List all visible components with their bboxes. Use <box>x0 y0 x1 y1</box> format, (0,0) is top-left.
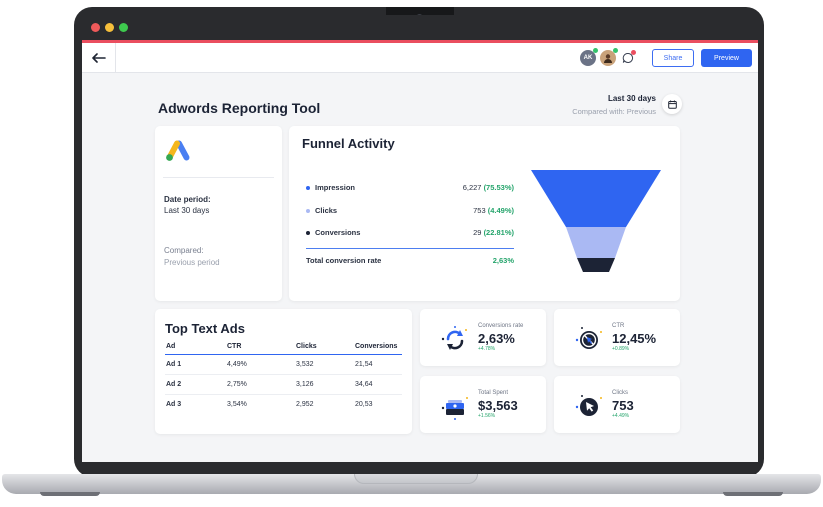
funnel-row-clicks: Clicks 753 (4.49%) <box>306 206 514 220</box>
cell-conversions: 34,64 <box>355 381 373 388</box>
kpi-conversions-rate: Conversions rate 2,63% +4.78% <box>420 309 546 366</box>
funnel-row-name: Clicks <box>315 206 338 215</box>
cell-ad: Ad 2 <box>166 381 182 388</box>
avatar-initials: AK <box>583 55 593 61</box>
compared-value: Previous period <box>164 258 220 267</box>
header-underline <box>165 354 402 355</box>
kpi-value: 2,63% <box>478 331 515 346</box>
date-period-value: Last 30 days <box>164 206 210 215</box>
kpi-ctr: CTR 12,45% +0.89% <box>554 309 680 366</box>
cell-ctr: 4,49% <box>227 361 247 368</box>
column-header-clicks: Clicks <box>296 343 317 350</box>
funnel-segment-impression <box>531 170 661 227</box>
cell-ctr: 2,75% <box>227 381 247 388</box>
back-button[interactable] <box>82 43 116 73</box>
laptop-foot-left <box>40 492 100 496</box>
person-icon <box>604 54 612 63</box>
kpi-label: Conversions rate <box>478 323 524 329</box>
total-label: Total conversion rate <box>306 256 382 265</box>
cell-ad: Ad 1 <box>166 361 182 368</box>
cell-clicks: 3,532 <box>296 361 314 368</box>
no-click-icon <box>575 327 602 349</box>
legend-dot <box>306 231 310 235</box>
minimize-window-button[interactable] <box>105 23 114 32</box>
column-header-conversions: Conversions <box>355 343 398 350</box>
app-screen: AK Share Preview Adwords Reporting Tool … <box>82 15 758 462</box>
kpi-value: 753 <box>612 398 634 413</box>
kpi-label: CTR <box>612 323 625 329</box>
kpi-clicks: Clicks 753 +4.49% <box>554 376 680 433</box>
money-stack-icon <box>441 397 468 420</box>
table-row[interactable]: Ad 2 2,75% 3,126 34,64 <box>165 377 402 395</box>
funnel-title: Funnel Activity <box>302 136 395 151</box>
date-range-label: Last 30 days <box>607 94 656 103</box>
kpi-value: $3,563 <box>478 398 518 413</box>
cell-ctr: 3,54% <box>227 401 247 408</box>
kpi-value: 12,45% <box>612 331 657 346</box>
kpi-delta: +4.49% <box>612 413 630 419</box>
funnel-row-value: 6,227 (75.53%) <box>462 183 514 192</box>
preview-button[interactable]: Preview <box>701 49 752 67</box>
cell-conversions: 21,54 <box>355 361 373 368</box>
kpi-delta: +4.78% <box>478 346 496 352</box>
kpi-delta: +0.89% <box>612 346 630 352</box>
summary-card: Date period: Last 30 days Compared: Prev… <box>155 126 282 301</box>
funnel-row-value: 753 (4.49%) <box>473 206 514 215</box>
date-picker-button[interactable] <box>662 94 682 114</box>
summary-divider <box>163 177 274 178</box>
column-header-ctr: CTR <box>227 343 242 350</box>
kpi-label: Clicks <box>612 390 628 396</box>
window-title-bar <box>82 15 758 40</box>
cell-clicks: 2,952 <box>296 401 314 408</box>
cell-conversions: 20,53 <box>355 401 373 408</box>
arrow-left-icon <box>91 53 106 63</box>
refresh-arrows-icon <box>441 326 467 350</box>
cell-ad: Ad 3 <box>166 401 182 408</box>
cell-clicks: 3,126 <box>296 381 314 388</box>
compared-label: Compared: <box>164 246 204 255</box>
funnel-activity-card: Funnel Activity Impression 6,227 (75.53%… <box>289 126 680 301</box>
legend-dot <box>306 186 310 190</box>
close-window-button[interactable] <box>91 23 100 32</box>
funnel-row-impression: Impression 6,227 (75.53%) <box>306 183 514 197</box>
table-row[interactable]: Ad 1 4,49% 3,532 21,54 <box>165 357 402 375</box>
share-button[interactable]: Share <box>652 49 694 67</box>
top-text-ads-card: Top Text Ads Ad CTR Clicks Conversions A… <box>155 309 412 434</box>
user-avatar[interactable]: AK <box>580 48 598 66</box>
top-ads-title: Top Text Ads <box>165 321 245 336</box>
online-status-dot <box>593 48 598 53</box>
funnel-chart <box>531 170 661 272</box>
funnel-row-value: 29 (22.81%) <box>473 228 514 237</box>
funnel-segment-conversions <box>577 258 615 272</box>
funnel-row-name: Impression <box>315 183 356 192</box>
cursor-click-icon <box>575 395 602 416</box>
kpi-label: Total Spent <box>478 390 509 396</box>
funnel-row-conversions: Conversions 29 (22.81%) <box>306 228 514 242</box>
total-divider <box>306 248 514 249</box>
total-value: 2,63% <box>492 256 514 265</box>
kpi-total-spent: Total Spent $3,563 +1.56% <box>420 376 546 433</box>
notification-dot <box>631 50 636 55</box>
page-title: Adwords Reporting Tool <box>158 100 321 116</box>
online-status-dot <box>613 48 618 53</box>
top-toolbar: AK Share Preview <box>82 43 758 73</box>
legend-dot <box>306 209 310 213</box>
funnel-segment-clicks <box>566 227 626 258</box>
table-row[interactable]: Ad 3 3,54% 2,952 20,53 <box>165 397 402 415</box>
funnel-row-name: Conversions <box>315 228 361 237</box>
maximize-window-button[interactable] <box>119 23 128 32</box>
comments-button[interactable] <box>620 50 636 66</box>
laptop-foot-right <box>723 492 783 496</box>
kpi-delta: +1.56% <box>478 413 496 419</box>
google-ads-logo <box>165 139 191 165</box>
comparison-label: Compared with: Previous <box>572 107 656 116</box>
date-period-label: Date period: <box>164 195 211 204</box>
laptop-opening-groove <box>354 474 478 484</box>
column-header-ad: Ad <box>166 343 176 350</box>
calendar-icon <box>667 100 677 109</box>
collaborator-avatar[interactable] <box>600 48 618 66</box>
